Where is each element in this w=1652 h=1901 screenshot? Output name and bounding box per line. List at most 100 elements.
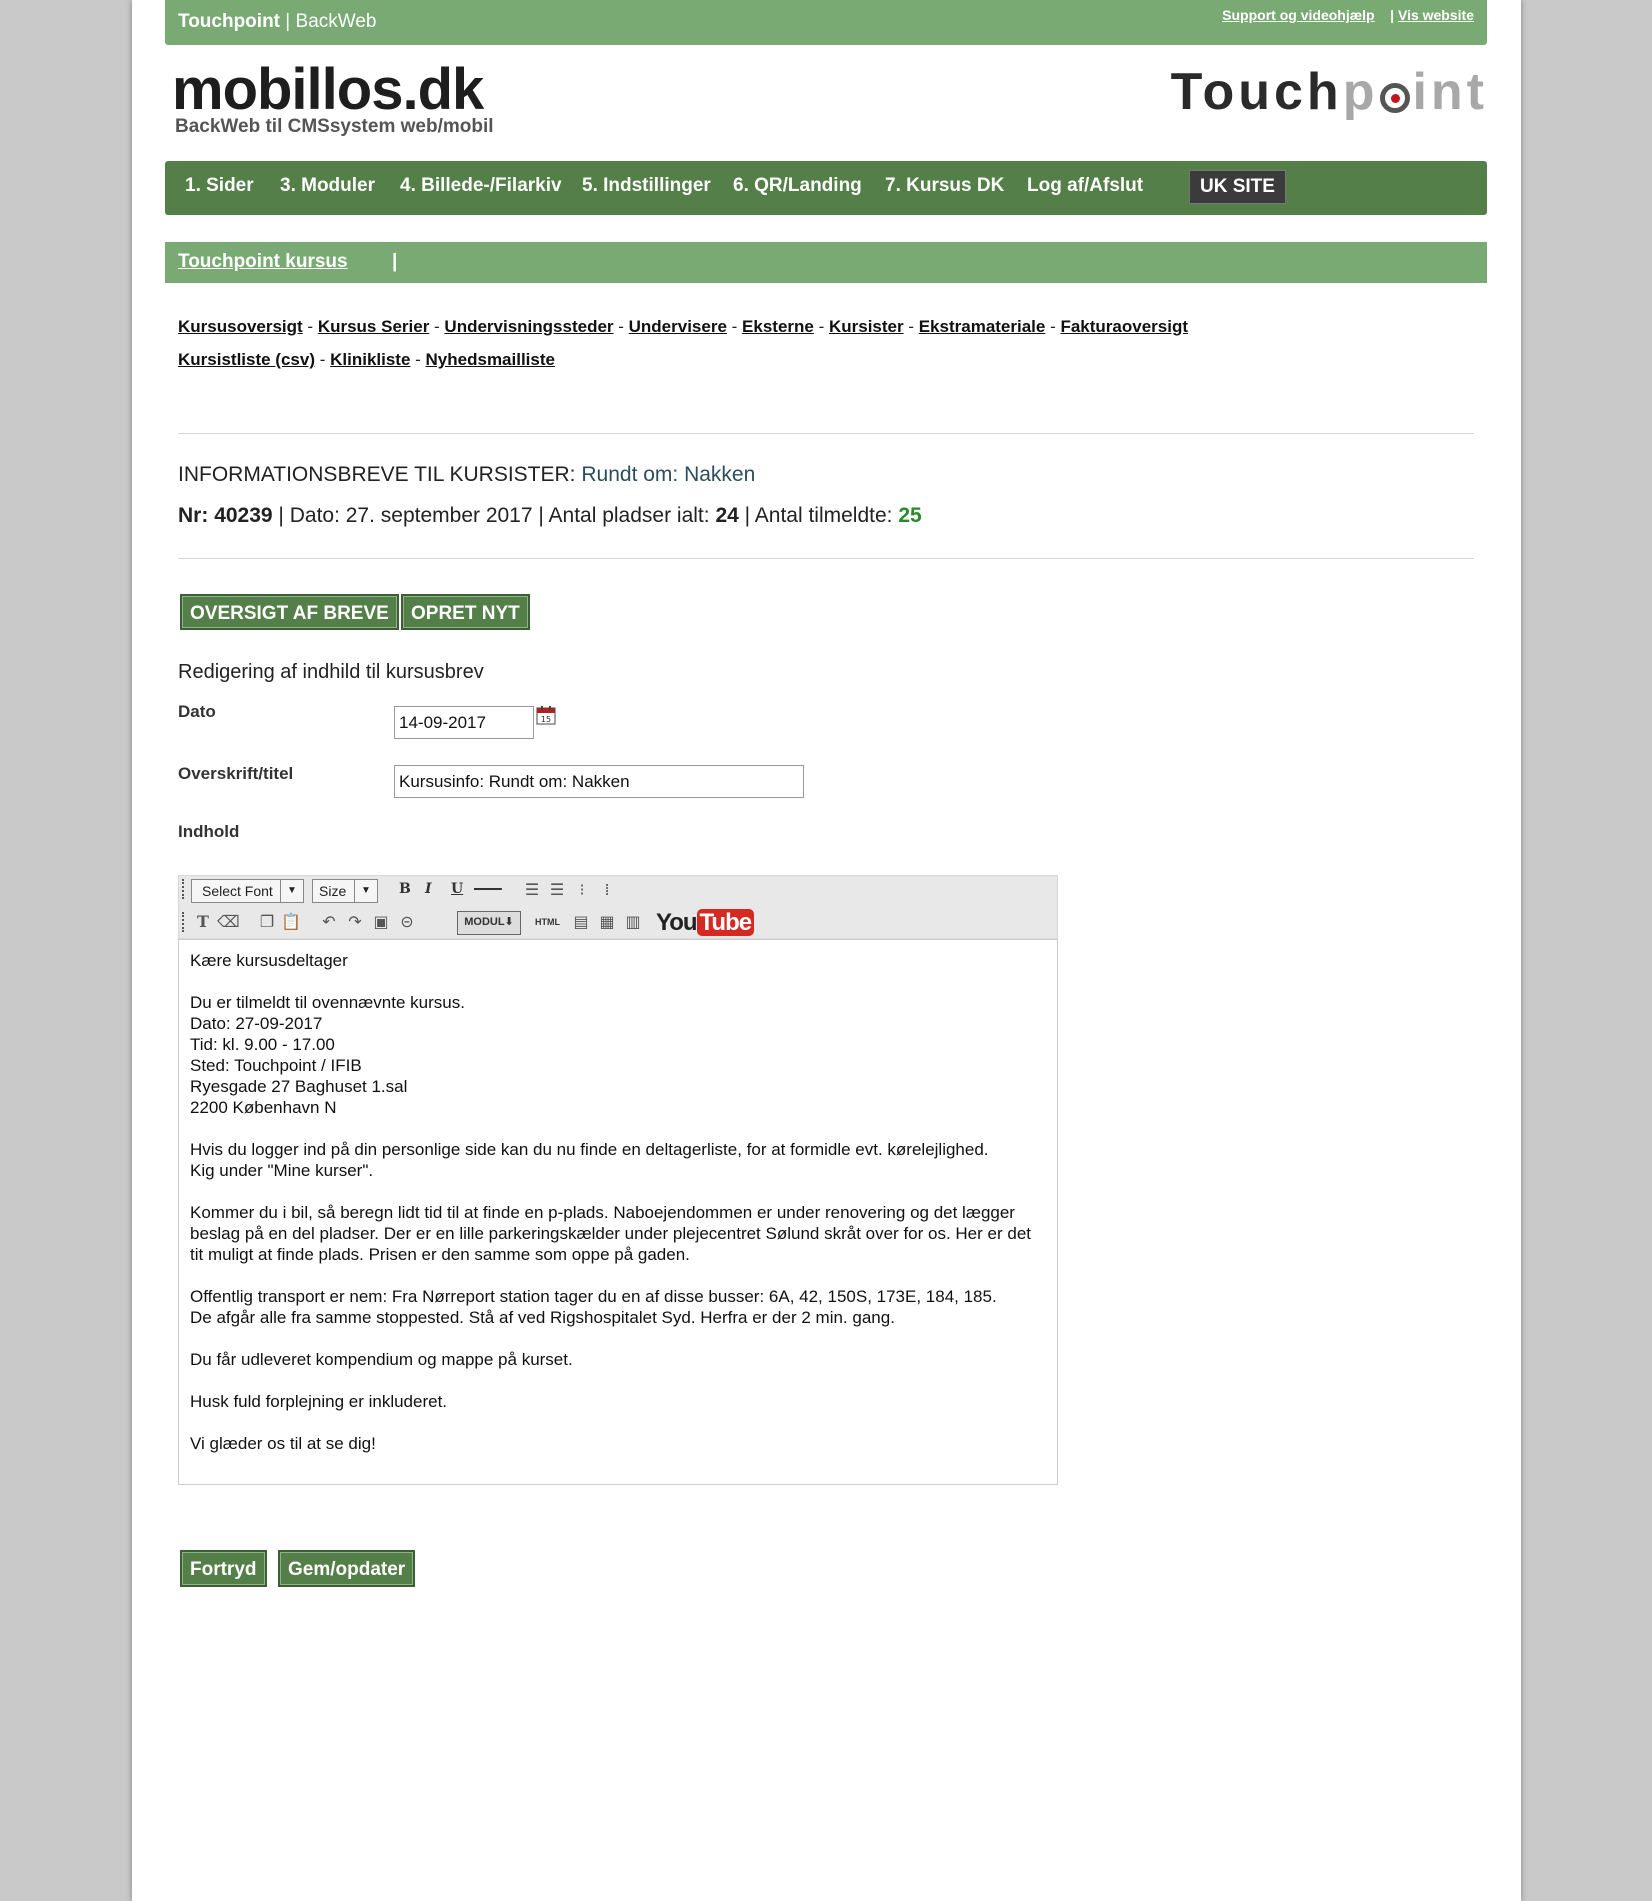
editor-line: De afgår alle fra samme stoppested. Stå … [190,1308,895,1327]
editor-line: Tid: kl. 9.00 - 17.00 [190,1035,335,1054]
undo-icon[interactable]: ↶ [319,912,339,932]
underline-icon[interactable]: U [451,881,463,897]
editor-paragraph: Offentlig transport er nem: Fra Nørrepor… [190,1286,1046,1328]
editor-line: Hvis du logger ind på din personlige sid… [190,1140,989,1159]
paste-icon[interactable]: 📋 [281,912,301,932]
redo-icon[interactable]: ↷ [345,912,365,932]
italic-icon[interactable]: I [425,881,432,897]
link-kursusoversigt[interactable]: Kursusoversigt [178,317,303,336]
editor-line: Du er tilmeldt til ovennævnte kursus. [190,993,465,1012]
link-sep: - [429,317,445,336]
uk-site-button[interactable]: UK SITE [1189,170,1286,204]
link-undervisningssteder[interactable]: Undervisningssteder [444,317,613,336]
page-title: INFORMATIONSBREVE TIL KURSISTER: Rundt o… [178,463,755,487]
overview-letters-button[interactable]: OVERSIGT AF BREVE [180,594,399,630]
edit-heading: Redigering af indhild til kursusbrev [178,661,484,683]
template-icon[interactable]: ▥ [623,912,643,932]
top-links: Support og videohjælp | Vis website [1222,7,1474,23]
seats-count: 24 [715,504,739,527]
clear-format-icon[interactable]: ⌫ [217,912,240,932]
numbered-list-icon[interactable]: ⁞ [597,880,617,900]
font-select-label: Select Font [202,883,273,899]
link-kursister[interactable]: Kursister [829,317,904,336]
link-sep: - [903,317,919,336]
link-kursistliste-csv[interactable]: Kursistliste (csv) [178,350,315,369]
editor-line: Offentlig transport er nem: Fra Nørrepor… [190,1287,997,1306]
link-fakturaoversigt[interactable]: Fakturaoversigt [1060,317,1188,336]
date-label: Dato [178,702,216,721]
editor-line: Kære kursusdeltager [190,951,348,970]
chevron-down-icon: ▼ [354,880,377,902]
module-button[interactable]: MODUL⬇ [457,911,521,935]
strikethrough-icon[interactable] [474,876,502,900]
bold-icon[interactable]: B [399,881,411,897]
brand-touchpoint: Touchpoint [178,11,281,32]
mobillos-logo: mobillos.dk BackWeb til CMSsystem web/mo… [172,60,494,138]
nav-item-moduler[interactable]: 3. Moduler [280,175,375,197]
align-left-icon[interactable]: ☰ [522,880,542,900]
youtube-icon[interactable]: You Tube [656,909,755,936]
link-icon[interactable]: ⊝ [397,912,417,932]
sub-bar: Touchpoint kursus | [165,242,1487,283]
title-field[interactable] [394,765,804,798]
nav-item-kursus-dk[interactable]: 7. Kursus DK [885,175,1004,197]
link-sep: - [410,350,426,369]
toolbar-grip[interactable] [182,879,187,899]
bullet-list-icon[interactable]: ⁝ [572,880,592,900]
link-eksterne[interactable]: Eksterne [742,317,814,336]
font-select[interactable]: Select Font ▼ [191,879,304,903]
title-field-label: Overskrift/titel [178,764,294,783]
course-info-line: Nr: 40239 | Dato: 27. september 2017 | A… [178,504,922,528]
gallery-icon[interactable]: ▦ [597,912,617,932]
html-source-button[interactable]: HTML [535,917,560,927]
nav-item-qr-landing[interactable]: 6. QR/Landing [733,175,862,197]
editor-line: Vi glæder os til at se dig! [190,1434,376,1453]
divider [178,558,1474,559]
editor-line: Ryesgade 27 Baghuset 1.sal [190,1077,408,1096]
link-nyhedsmailliste[interactable]: Nyhedsmailliste [426,350,555,369]
editor-paragraph: Husk fuld forplejning er inkluderet. [190,1391,1046,1412]
logo-main: mobillos.dk [172,57,484,122]
link-sep: - [813,317,829,336]
document-icon[interactable]: ▤ [571,912,591,932]
image-icon[interactable]: ▣ [371,912,391,932]
nav-item-log-af[interactable]: Log af/Afslut [1027,175,1143,197]
toolbar-grip[interactable] [182,912,187,932]
editor-content[interactable]: Kære kursusdeltager Du er tilmeldt til ov… [178,939,1058,1485]
calendar-icon[interactable]: 15 [536,705,556,725]
touchpoint-logo: Touchp int [1171,62,1488,122]
touchpoint-kursus-link[interactable]: Touchpoint kursus [178,251,348,273]
link-sep: - [315,350,331,369]
editor-paragraph: Du er tilmeldt til ovennævnte kursus. Dat… [190,992,1046,1118]
save-update-button[interactable]: Gem/opdater [278,1550,416,1587]
date-field[interactable] [394,706,534,739]
link-klinikliste[interactable]: Klinikliste [330,350,410,369]
editor-line: Sted: Touchpoint / IFIB [190,1056,362,1075]
editor-paragraph: Hvis du logger ind på din personlige sid… [190,1139,1046,1181]
editor-line: Kommer du i bil, så beregn lidt tid til … [190,1203,1031,1264]
course-links: Kursusoversigt - Kursus Serier - Undervi… [178,310,1378,376]
nav-item-indstillinger[interactable]: 5. Indstillinger [582,175,711,197]
link-ekstramateriale[interactable]: Ekstramateriale [919,317,1046,336]
brand-backweb: BackWeb [295,11,377,32]
youtube-you: You [656,909,698,936]
view-website-link[interactable]: Vis website [1398,7,1474,23]
copy-icon[interactable]: ❐ [257,912,277,932]
create-new-button[interactable]: OPRET NYT [401,594,530,630]
text-format-icon[interactable]: T [193,912,213,932]
editor-paragraph: Vi glæder os til at se dig! [190,1433,1046,1454]
align-center-icon[interactable]: ☰ [547,880,567,900]
nr-label: Nr: [178,504,209,527]
nav-item-sider[interactable]: 1. Sider [185,175,254,197]
support-link[interactable]: Support og videohjælp [1222,7,1374,23]
logo-right-p: p [1342,63,1379,121]
link-kursus-serier[interactable]: Kursus Serier [318,317,430,336]
cancel-button[interactable]: Fortryd [180,1550,267,1587]
course-links-row-2: Kursistliste (csv) - Klinikliste - Nyhed… [178,343,1378,376]
link-undervisere[interactable]: Undervisere [629,317,727,336]
page: Touchpoint | BackWeb Support og videohjæ… [132,0,1521,1901]
size-select[interactable]: Size ▼ [312,879,378,903]
nav-item-billede-filarkiv[interactable]: 4. Billede-/Filarkiv [400,175,562,197]
top-bar: Touchpoint | BackWeb Support og videohjæ… [165,0,1487,45]
module-label: MODUL [464,916,505,928]
